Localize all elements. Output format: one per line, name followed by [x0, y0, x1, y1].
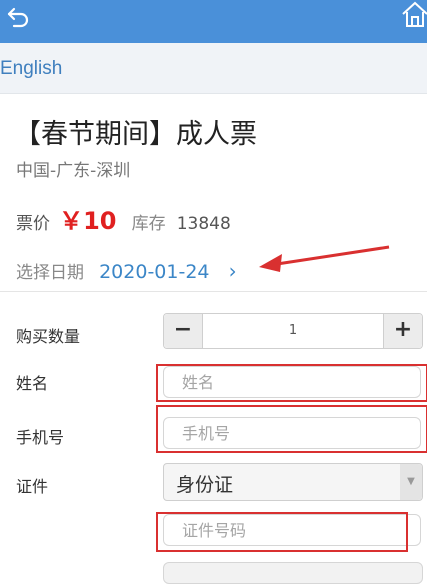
next-field[interactable] [163, 562, 423, 584]
quantity-label: 购买数量 [16, 327, 81, 346]
red-arrow-annotation [259, 245, 390, 272]
increase-button[interactable]: + [383, 314, 422, 348]
price-label: 票价 [16, 214, 50, 234]
section-divider [0, 291, 427, 292]
ticket-title: 【春节期间】成人票 [14, 119, 257, 150]
price-value: ￥10 [59, 207, 117, 235]
phone-input[interactable] [163, 417, 421, 449]
name-input[interactable] [163, 366, 421, 398]
quantity-stepper[interactable]: − 1 + [163, 313, 423, 349]
id-type-value: 身份证 [176, 474, 234, 496]
date-selector[interactable]: 选择日期 2020-01-24 › [16, 258, 237, 283]
phone-label: 手机号 [16, 428, 65, 447]
ticket-location: 中国-广东-深圳 [16, 161, 131, 181]
stock-value: 13848 [176, 214, 231, 234]
id-label: 证件 [16, 477, 49, 496]
decrease-button[interactable]: − [164, 314, 203, 348]
home-button[interactable] [401, 0, 427, 28]
date-label: 选择日期 [16, 263, 84, 283]
quantity-value[interactable]: 1 [203, 314, 383, 348]
name-label: 姓名 [16, 374, 49, 393]
id-number-input[interactable] [163, 514, 421, 546]
language-switch-link[interactable]: English [0, 58, 62, 80]
chevron-right-icon[interactable]: › [229, 259, 237, 283]
back-arrow-icon [7, 7, 29, 28]
back-button[interactable] [6, 4, 34, 28]
id-type-select[interactable]: 身份证 ▼ [163, 463, 423, 501]
price-row: 票价 ￥10 库存 13848 [16, 201, 231, 237]
top-bar [0, 0, 427, 43]
stock-label: 库存 [131, 214, 166, 234]
language-bar: English [0, 43, 427, 94]
home-icon [402, 1, 427, 27]
date-value[interactable]: 2020-01-24 [99, 261, 209, 283]
dropdown-arrow-icon[interactable]: ▼ [400, 464, 422, 500]
